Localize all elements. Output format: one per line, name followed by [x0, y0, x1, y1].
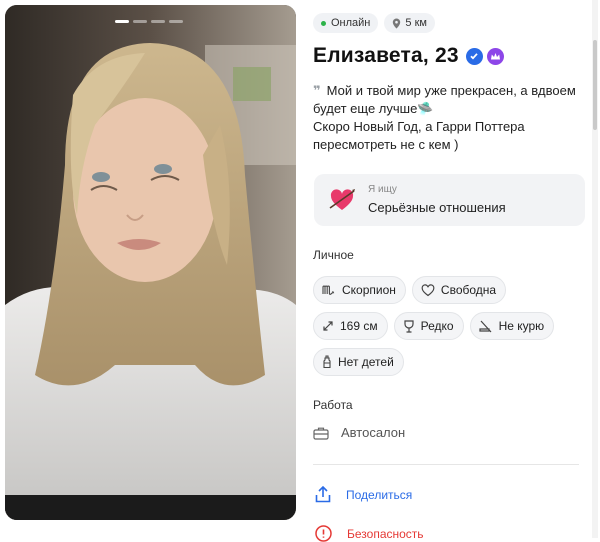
share-label: Поделиться	[346, 487, 413, 502]
looking-for-value: Серьёзные отношения	[368, 200, 506, 215]
security-button[interactable]: Безопасность	[315, 525, 424, 542]
pagination-dot[interactable]	[133, 20, 147, 23]
tag-zodiac: Скорпион	[313, 276, 406, 304]
tag-label: Скорпион	[342, 283, 396, 297]
photo-pagination	[115, 20, 183, 23]
online-dot-icon	[321, 20, 326, 26]
profile-photo[interactable]	[5, 5, 296, 520]
online-badge: Онлайн	[313, 13, 379, 33]
heart-outline-icon	[421, 283, 435, 297]
quote-icon: ❞	[313, 83, 321, 98]
looking-for-card: Я ищу Серьёзные отношения	[314, 174, 585, 226]
tag-smoking: Не курю	[469, 312, 555, 340]
scorpio-icon	[322, 284, 336, 296]
share-button[interactable]: Поделиться	[315, 486, 412, 503]
personal-tags-row-2: 169 см Редко Не курю	[313, 312, 555, 340]
tag-label: Редко	[420, 319, 454, 333]
briefcase-icon	[313, 426, 329, 440]
pagination-dot[interactable]	[151, 20, 165, 23]
tag-height: 169 см	[313, 312, 388, 340]
premium-crown-icon[interactable]	[486, 47, 504, 65]
baby-bottle-icon	[322, 355, 332, 369]
tag-label: Не курю	[498, 319, 545, 333]
personal-section-title: Личное	[313, 248, 354, 262]
personal-tags-row-3: Нет детей	[313, 348, 404, 376]
warning-circle-icon	[315, 525, 332, 542]
profile-photo-image	[5, 5, 296, 520]
tag-relationship: Свободна	[411, 276, 507, 304]
work-item: Автосалон	[313, 425, 405, 440]
wine-glass-icon	[403, 319, 415, 333]
bio-line-2: Скоро Новый Год, а Гарри Поттера пересмо…	[313, 119, 525, 152]
looking-for-label: Я ищу	[368, 184, 397, 195]
tag-alcohol: Редко	[393, 312, 464, 340]
online-label: Онлайн	[331, 17, 371, 29]
location-pin-icon	[393, 18, 401, 28]
verified-icon[interactable]	[465, 47, 483, 65]
personal-tags-row-1: Скорпион Свободна	[313, 276, 507, 304]
scrollbar-thumb[interactable]	[593, 40, 597, 130]
security-label: Безопасность	[347, 526, 424, 541]
profile-bio: ❞ Мой и твой мир уже прекрасен, а вдвоем …	[313, 82, 583, 154]
tag-label: Нет детей	[338, 355, 394, 369]
work-section-title: Работа	[313, 398, 353, 412]
tag-label: Свободна	[440, 283, 497, 297]
pagination-dot-active[interactable]	[115, 20, 129, 23]
height-arrows-icon	[322, 320, 334, 332]
divider	[313, 464, 579, 465]
no-smoking-icon	[478, 320, 493, 333]
distance-badge: 5 км	[384, 13, 435, 33]
heart-arrow-icon	[329, 189, 355, 210]
share-icon	[315, 486, 331, 503]
profile-name-row: Елизавета, 23	[313, 44, 504, 68]
profile-name: Елизавета, 23	[313, 44, 459, 67]
tag-label: 169 см	[340, 319, 378, 333]
bio-line-1: Мой и твой мир уже прекрасен, а вдвоем б…	[313, 83, 576, 116]
tag-children: Нет детей	[313, 348, 404, 376]
pagination-dot[interactable]	[169, 20, 183, 23]
distance-label: 5 км	[405, 17, 427, 29]
status-chips: Онлайн 5 км	[313, 13, 435, 33]
work-value: Автосалон	[341, 425, 406, 440]
